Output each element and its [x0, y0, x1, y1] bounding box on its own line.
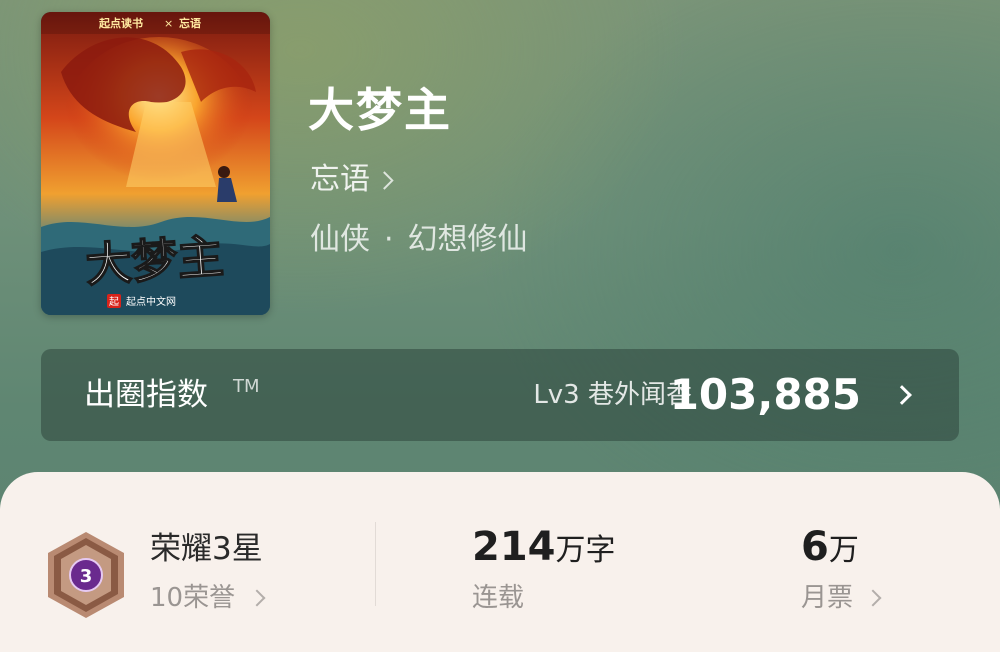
monthly-votes: 6万 — [801, 522, 859, 580]
honor-title: 荣耀3星 — [150, 531, 263, 567]
author-name: 忘语 — [310, 162, 370, 197]
cover-artwork: 起点读书 × 忘语 大梦主 起 起点中文网 — [41, 12, 270, 315]
genre-secondary: 幻想修仙 — [407, 222, 528, 257]
genre-tags: 仙侠 · 幻想修仙 — [310, 220, 528, 260]
stats-divider — [375, 522, 376, 606]
cover-top-logo: 起点读书 — [98, 16, 143, 30]
chevron-right-icon — [892, 385, 912, 405]
monthly-votes-label: 月票 — [801, 583, 854, 613]
cover-publisher-badge-text: 起 — [109, 296, 119, 308]
word-count: 214万字 — [472, 522, 616, 580]
trademark-mark: TM — [233, 376, 260, 397]
honor-points: 10荣誉 — [150, 583, 236, 613]
cover-top-cross: × — [164, 17, 173, 30]
popularity-score: 103,885 — [669, 370, 861, 419]
genre-separator: · — [384, 222, 394, 257]
word-count-unit: 万字 — [555, 533, 616, 568]
monthly-votes-link[interactable]: 月票 — [801, 580, 882, 616]
author-link[interactable]: 忘语 — [310, 160, 394, 200]
cover-calligraphy-title: 大梦主 — [84, 229, 225, 292]
chevron-right-icon — [248, 589, 266, 607]
honor-badge-icon: 3 — [45, 530, 127, 624]
word-count-number: 214 — [472, 524, 556, 570]
monthly-votes-unit: 万 — [828, 533, 859, 568]
popularity-index-label: 出圈指数 — [84, 377, 208, 413]
honor-badge-level: 3 — [80, 566, 93, 587]
genre-primary: 仙侠 — [310, 222, 370, 257]
stats-card: 3 荣耀3星 10荣誉 214万字 连载 6万 月票 — [0, 472, 1000, 652]
book-title: 大梦主 — [308, 83, 452, 137]
honor-points-link[interactable]: 10荣誉 — [150, 580, 266, 616]
chevron-right-icon — [864, 589, 882, 607]
monthly-votes-number: 6 — [801, 524, 829, 570]
book-cover[interactable]: 起点读书 × 忘语 大梦主 起 起点中文网 — [41, 12, 270, 315]
cover-publisher-text: 起点中文网 — [126, 295, 176, 308]
chevron-right-icon — [375, 170, 394, 190]
cover-top-author: 忘语 — [179, 16, 201, 30]
popularity-level: Lv3 巷外闻香 — [533, 380, 692, 410]
serial-status: 连载 — [472, 583, 525, 613]
popularity-index-bar[interactable]: 出圈指数 TM Lv3 巷外闻香 103,885 — [41, 349, 959, 441]
